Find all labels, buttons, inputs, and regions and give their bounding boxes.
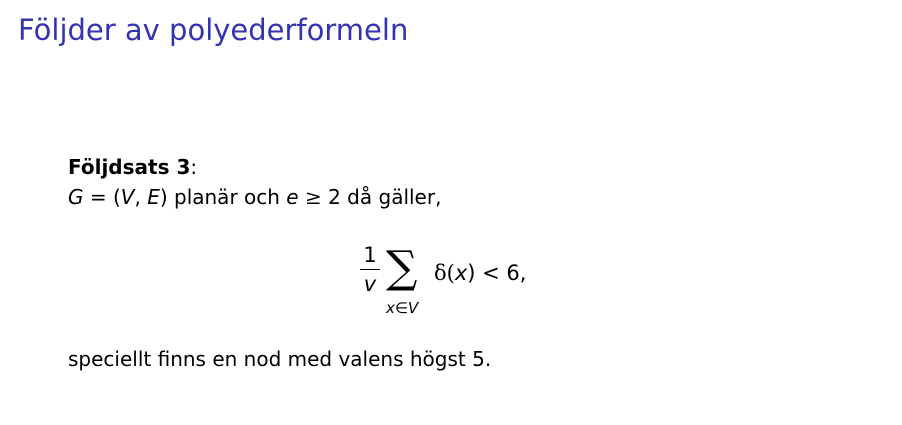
math-E: E xyxy=(147,185,160,209)
sum-index-set: V xyxy=(407,299,419,317)
math-close-paren: ) xyxy=(159,185,168,209)
theorem-label: Följdsats 3 xyxy=(68,155,191,179)
summand-expression: δ(x) < 6, xyxy=(434,258,526,288)
theorem-conclusion: speciellt finns en nod med valens högst … xyxy=(68,347,492,371)
fraction-bar xyxy=(360,269,380,270)
math-x: x xyxy=(454,261,468,285)
summation-index: x∈V xyxy=(386,298,418,318)
sum-index-var: x∈ xyxy=(386,299,408,317)
math-eq-open: = ( xyxy=(83,185,121,209)
math-G: G xyxy=(68,185,84,209)
summation-symbol: ∑ xyxy=(386,242,418,293)
fraction-denominator: v xyxy=(363,272,377,296)
fraction-one-over-v: 1 v xyxy=(360,242,380,296)
theorem-block: Följdsats 3: G = (V, E) planär och e ≥ 2… xyxy=(68,152,868,212)
statement-text-planar: planär och xyxy=(167,185,287,209)
theorem-heading: Följdsats 3: xyxy=(68,152,868,182)
fraction-numerator: 1 xyxy=(363,243,377,267)
theorem-label-colon: : xyxy=(190,155,198,179)
math-e: e xyxy=(286,185,299,209)
statement-text-galler: då gäller, xyxy=(340,185,442,209)
math-V: V xyxy=(120,185,135,209)
display-formula: 1 v ∑ x∈V δ(x) < 6, xyxy=(360,242,580,324)
math-lt-six: ) < 6, xyxy=(467,261,527,285)
math-two: 2 xyxy=(328,185,341,209)
math-geq: ≥ xyxy=(298,185,329,209)
theorem-statement: G = (V, E) planär och e ≥ 2 då gäller, xyxy=(68,182,868,212)
math-comma: , xyxy=(134,185,148,209)
slide-title: Följder av polyederformeln xyxy=(18,13,409,47)
math-delta: δ( xyxy=(434,261,455,285)
